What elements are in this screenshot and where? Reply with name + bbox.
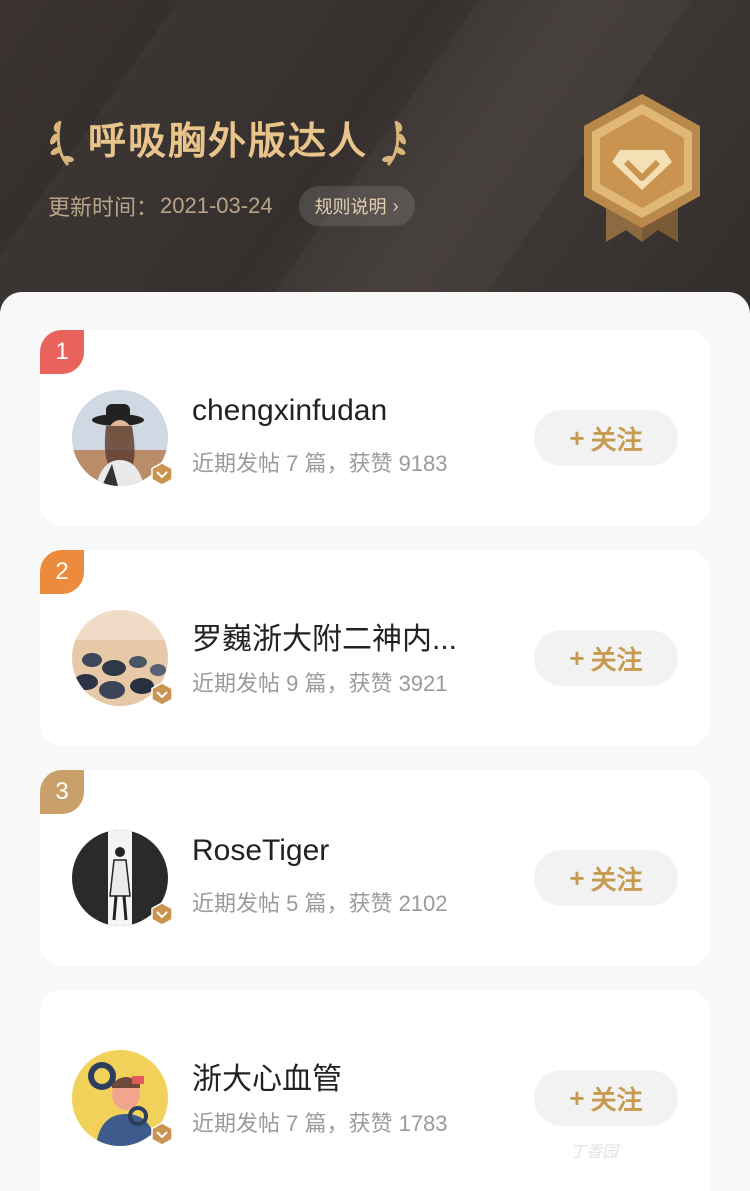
user-stats: 近期发帖 7 篇，获赞 9183 xyxy=(192,451,448,476)
user-name[interactable]: RoseTiger xyxy=(192,834,329,868)
title-row: 呼吸胸外版达人 xyxy=(48,112,408,172)
verified-badge-icon xyxy=(151,1122,173,1146)
follow-button-label: 关注 xyxy=(590,864,643,895)
follow-button[interactable]: + 关注 xyxy=(534,410,678,466)
follow-button-label: 关注 xyxy=(590,644,643,675)
user-stats: 近期发帖 7 篇，获赞 1783 xyxy=(192,1111,448,1136)
list-item[interactable]: 2 罗巍浙大附二神内... 近期发帖 9 篇，获赞 3921 + 关注 xyxy=(40,550,710,746)
plus-icon: + xyxy=(569,422,585,453)
page-title: 呼吸胸外版达人 xyxy=(88,121,369,163)
user-name[interactable]: chengxinfudan xyxy=(192,394,387,428)
follow-button[interactable]: + 关注 xyxy=(534,1070,678,1126)
laurel-right-icon xyxy=(382,120,406,166)
user-name[interactable]: 浙大心血管 xyxy=(192,1054,342,1098)
avatar[interactable] xyxy=(72,830,173,928)
avatar[interactable] xyxy=(72,610,173,708)
list-item[interactable]: 3 RoseTiger 近期发帖 5 篇，获赞 2102 + 关注 xyxy=(40,770,710,966)
avatar[interactable] xyxy=(72,390,173,488)
update-label: 更新时间： xyxy=(48,195,159,220)
rank-badge: 2 xyxy=(40,550,84,594)
rules-button[interactable]: 规则说明 › xyxy=(298,186,415,226)
follow-button[interactable]: + 关注 xyxy=(534,850,678,906)
chevron-right-icon: › xyxy=(392,195,399,216)
verified-badge-icon xyxy=(151,682,173,706)
laurel-left-icon xyxy=(50,120,74,166)
ranking-list: 1 chengxinfudan 近期发帖 7 篇，获赞 9183 + 关注 2 … xyxy=(0,292,750,1191)
update-row: 更新时间： 2021-03-24 规则说明 › xyxy=(48,186,415,226)
rank-badge: 1 xyxy=(40,330,84,374)
rules-button-label: 规则说明 xyxy=(314,197,387,217)
verified-badge-icon xyxy=(151,902,173,926)
plus-icon: + xyxy=(569,642,585,673)
user-stats: 近期发帖 9 篇，获赞 3921 xyxy=(192,671,448,696)
avatar[interactable] xyxy=(72,1050,173,1148)
medal-badge-icon xyxy=(584,94,700,242)
follow-button-label: 关注 xyxy=(590,1084,643,1115)
update-date: 2021-03-24 xyxy=(160,193,273,218)
rank-badge: 3 xyxy=(40,770,84,814)
watermark: 丁香园 xyxy=(570,1144,619,1161)
user-name[interactable]: 罗巍浙大附二神内... xyxy=(192,614,457,658)
user-stats: 近期发帖 5 篇，获赞 2102 xyxy=(192,891,448,916)
follow-button-label: 关注 xyxy=(590,424,643,455)
header-banner: 呼吸胸外版达人 更新时间： 2021-03-24 规则说明 › xyxy=(0,0,750,320)
verified-badge-icon xyxy=(151,462,173,486)
plus-icon: + xyxy=(569,1082,585,1113)
plus-icon: + xyxy=(569,862,585,893)
list-item[interactable]: 1 chengxinfudan 近期发帖 7 篇，获赞 9183 + 关注 xyxy=(40,330,710,526)
follow-button[interactable]: + 关注 xyxy=(534,630,678,686)
